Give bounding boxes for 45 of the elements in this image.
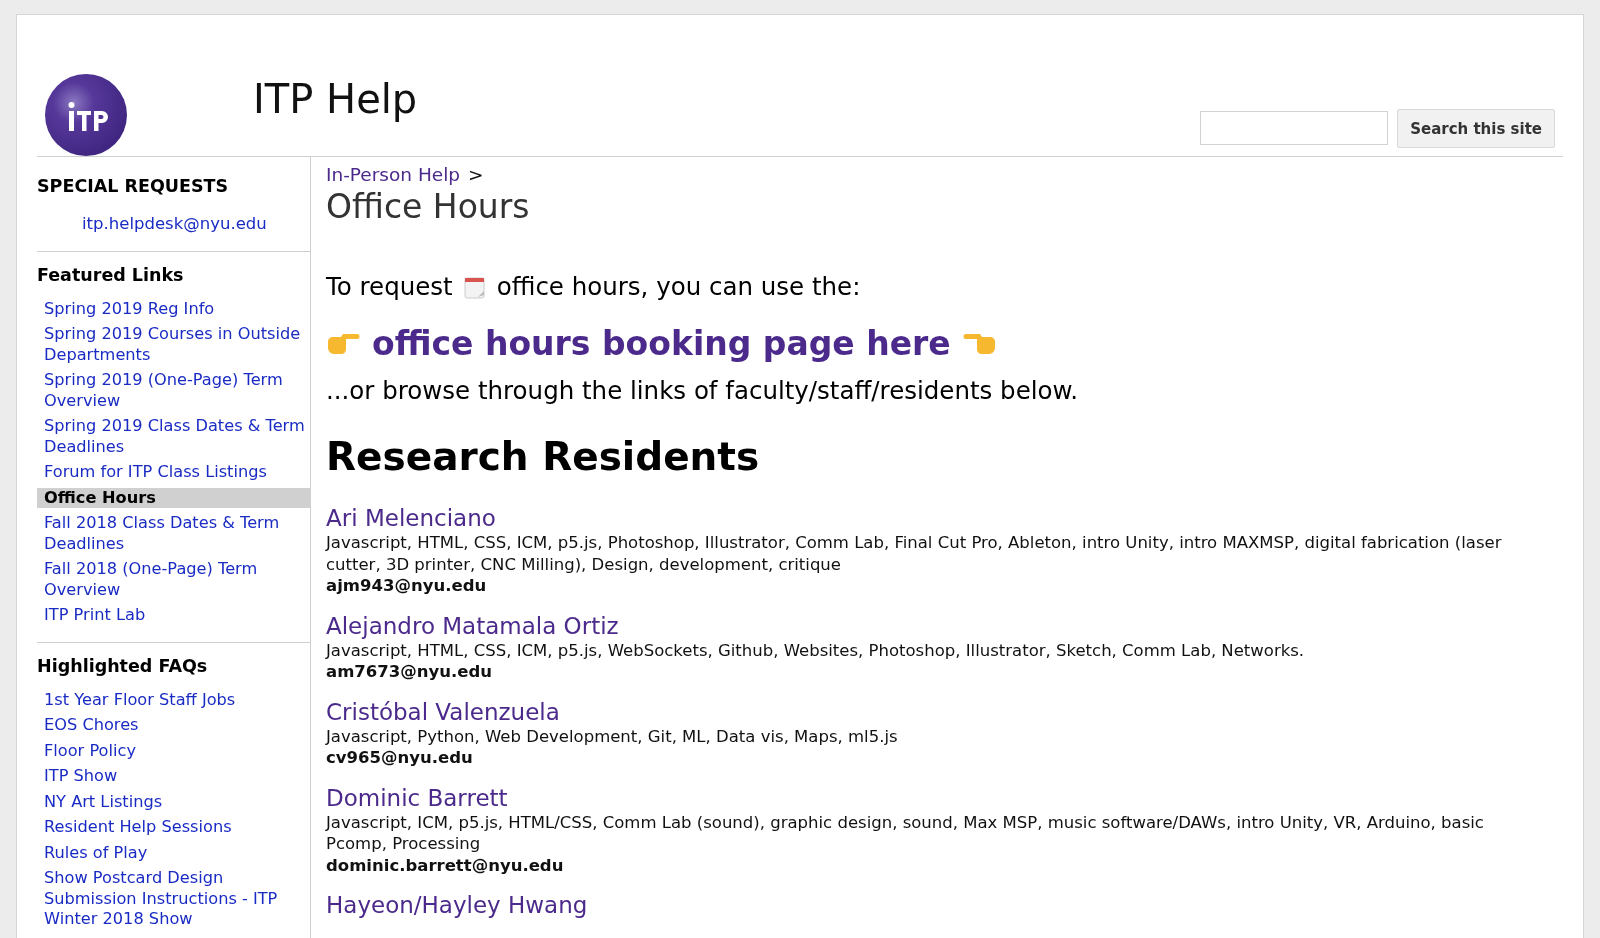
section-heading: Research Residents xyxy=(326,433,761,481)
site-title[interactable]: ITP Help xyxy=(253,75,418,123)
sidebar-link[interactable]: Forum for ITP Class Listings xyxy=(37,459,310,485)
resident-skills: Javascript, Python, Web Development, Git, ML, Data vis, Maps, ml5.js xyxy=(326,725,899,747)
sidebar-link[interactable]: ITP Show xyxy=(37,763,310,789)
breadcrumb-link[interactable]: In-Person Help xyxy=(326,164,461,185)
notepad-icon xyxy=(462,275,487,299)
resident-name-link[interactable]: Hayeon/Hayley Hwang xyxy=(326,892,1563,919)
search-field[interactable] xyxy=(1200,111,1389,145)
sidebar-link[interactable]: Spring 2019 Class Dates & Term Deadlines xyxy=(37,413,310,460)
sidebar-link[interactable]: Office Hours xyxy=(37,487,310,508)
sidebar-link[interactable]: Resident Help Sessions xyxy=(37,814,310,840)
resident-name-link[interactable]: Dominic Barrett xyxy=(326,784,1563,812)
resident-name-link[interactable]: Ari Melenciano xyxy=(326,505,1563,532)
logo-icon[interactable] xyxy=(44,73,128,157)
sidebar-link[interactable]: Spring 2019 Reg Info xyxy=(37,296,310,322)
breadcrumb-separator: > xyxy=(468,164,484,185)
intro-text: To request xyxy=(326,271,453,303)
sidebar-link[interactable]: Rules of Play xyxy=(37,840,310,866)
intro-text: office hours, you can use the: xyxy=(496,271,861,303)
sidebar-link[interactable]: Fall 2018 (One-Page) Term Overview xyxy=(37,556,310,603)
resident-name-link[interactable]: Cristóbal Valenzuela xyxy=(326,698,1563,726)
resident-email: ajm943@nyu.edu xyxy=(326,575,488,597)
sidebar-link[interactable]: Floor Policy xyxy=(37,738,310,764)
browse-text: ...or browse through the links of faculty/staff/residents below. xyxy=(326,375,1080,407)
search-button[interactable]: Search this site xyxy=(1397,109,1555,148)
resident-email: cv965@nyu.edu xyxy=(326,747,474,769)
sidebar-heading: SPECIAL REQUESTS xyxy=(37,175,230,197)
booking-link[interactable]: office hours booking page here xyxy=(372,323,951,365)
sidebar-heading: Highlighted FAQs xyxy=(37,655,209,677)
sidebar-link[interactable]: NY Art Listings xyxy=(37,789,310,815)
resident-email: am7673@nyu.edu xyxy=(326,661,493,683)
sidebar-link[interactable]: EOS Chores xyxy=(37,712,310,738)
resident-skills: Javascript, HTML, CSS, ICM, p5.js, WebSockets, Github, Websites, Photoshop, Illustrator, Sketch, Comm Lab, Networks. xyxy=(326,639,1306,661)
resident-email: dominic.barrett@nyu.edu xyxy=(326,854,565,876)
resident-name-link[interactable]: Alejandro Matamala Ortiz xyxy=(326,612,1563,640)
sidebar-heading: Featured Links xyxy=(37,264,185,286)
sidebar-link[interactable]: 1st Year Floor Staff Jobs xyxy=(37,687,310,713)
email-link[interactable]: itp.helpdesk@nyu.edu xyxy=(82,213,310,235)
sidebar-link[interactable]: Spring 2019 Courses in Outside Departments xyxy=(37,321,310,368)
sidebar-link[interactable]: Spring 2019 (One-Page) Term Overview xyxy=(37,367,310,414)
sidebar-link[interactable]: Fall 2018 Class Dates & Term Deadlines xyxy=(37,510,310,557)
sidebar-link[interactable]: ITP Print Lab xyxy=(37,602,310,628)
sidebar-link[interactable]: Show Postcard Design Submission Instructions - ITP Winter 2018 Show xyxy=(37,865,310,932)
page-title: Office Hours xyxy=(326,187,531,227)
